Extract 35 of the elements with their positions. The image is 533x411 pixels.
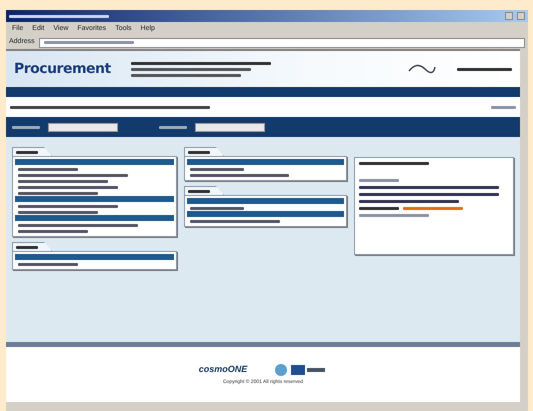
blurred-link[interactable]	[18, 192, 98, 194]
panel-tab[interactable]	[12, 242, 52, 251]
product-logo: Procurement	[14, 62, 111, 76]
blurred-link[interactable]	[18, 204, 118, 208]
blurred-link[interactable]	[18, 180, 108, 182]
blurred-text-line	[358, 162, 429, 165]
blurred-text-line	[188, 190, 210, 192]
blurred-text-line	[159, 126, 187, 128]
blurred-link[interactable]	[18, 230, 88, 232]
dropdown[interactable]	[195, 122, 265, 132]
blurred-link[interactable]	[18, 262, 78, 266]
blurred-text-line	[457, 68, 512, 70]
dropdown[interactable]	[48, 122, 118, 132]
blurred-link[interactable]	[190, 206, 244, 210]
blurred-text-line	[491, 106, 516, 108]
blurred-link[interactable]	[18, 168, 78, 170]
blurred-text-line	[358, 207, 399, 210]
blurred-link[interactable]	[190, 174, 289, 176]
blurred-link[interactable]	[18, 186, 118, 188]
blurred-text-line	[358, 214, 429, 217]
blurred-link[interactable]	[190, 220, 280, 222]
panel-tab[interactable]	[12, 147, 52, 156]
blurred-text-line	[358, 179, 399, 182]
blurred-link[interactable]	[18, 224, 138, 226]
address-field[interactable]	[38, 38, 525, 48]
blurred-text-line	[188, 150, 210, 154]
panel-tab[interactable]	[184, 186, 224, 195]
panel-tab[interactable]	[184, 147, 224, 156]
blurred-text-line	[16, 246, 38, 248]
blurred-text-line	[12, 126, 40, 128]
brand-logo: cosmoONE	[198, 363, 248, 376]
blurred-link[interactable]	[18, 174, 128, 176]
blurred-link[interactable]	[18, 210, 98, 214]
blurred-text-line	[16, 150, 38, 154]
blurred-link[interactable]	[190, 168, 244, 170]
